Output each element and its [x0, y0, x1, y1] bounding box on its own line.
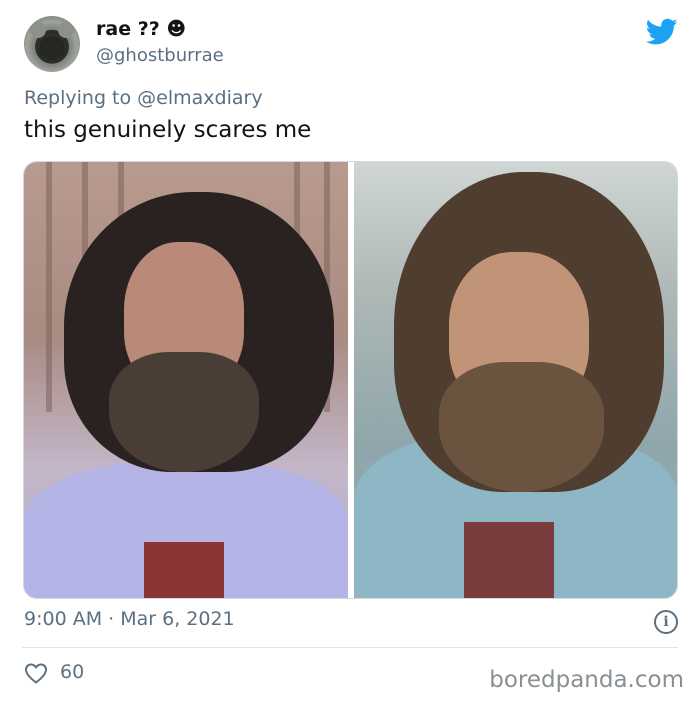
avatar-ear-right	[58, 22, 74, 38]
photo-right-beard	[439, 362, 604, 492]
avatar[interactable]	[24, 16, 80, 72]
like-count: 60	[60, 661, 85, 683]
photo-right[interactable]	[354, 162, 677, 598]
info-icon[interactable]: i	[654, 610, 678, 634]
tweet-timestamp[interactable]: 9:00 AM · Mar 6, 2021	[24, 608, 235, 630]
photo-left[interactable]	[24, 162, 348, 598]
reply-mention-link[interactable]: @elmaxdiary	[137, 87, 262, 109]
media-grid	[23, 161, 678, 599]
twitter-bird-icon[interactable]	[646, 18, 678, 46]
heart-icon[interactable]	[24, 662, 48, 684]
tweet-text: this genuinely scares me	[24, 117, 312, 143]
replying-prefix: Replying to	[24, 87, 138, 109]
display-name[interactable]: rae ?? ☻	[96, 18, 186, 40]
username[interactable]: @ghostburrae	[96, 45, 224, 66]
watermark: boredpanda.com	[489, 667, 684, 693]
divider	[22, 647, 678, 648]
photo-right-undershirt	[464, 522, 554, 598]
photo-left-beard	[109, 352, 259, 472]
avatar-ear-left	[30, 22, 46, 38]
avatar-face	[39, 36, 65, 60]
photo-left-undershirt	[144, 542, 224, 598]
replying-to: Replying to @elmaxdiary	[24, 87, 263, 109]
tweet-card: rae ?? ☻ @ghostburrae Replying to @elmax…	[0, 0, 700, 701]
